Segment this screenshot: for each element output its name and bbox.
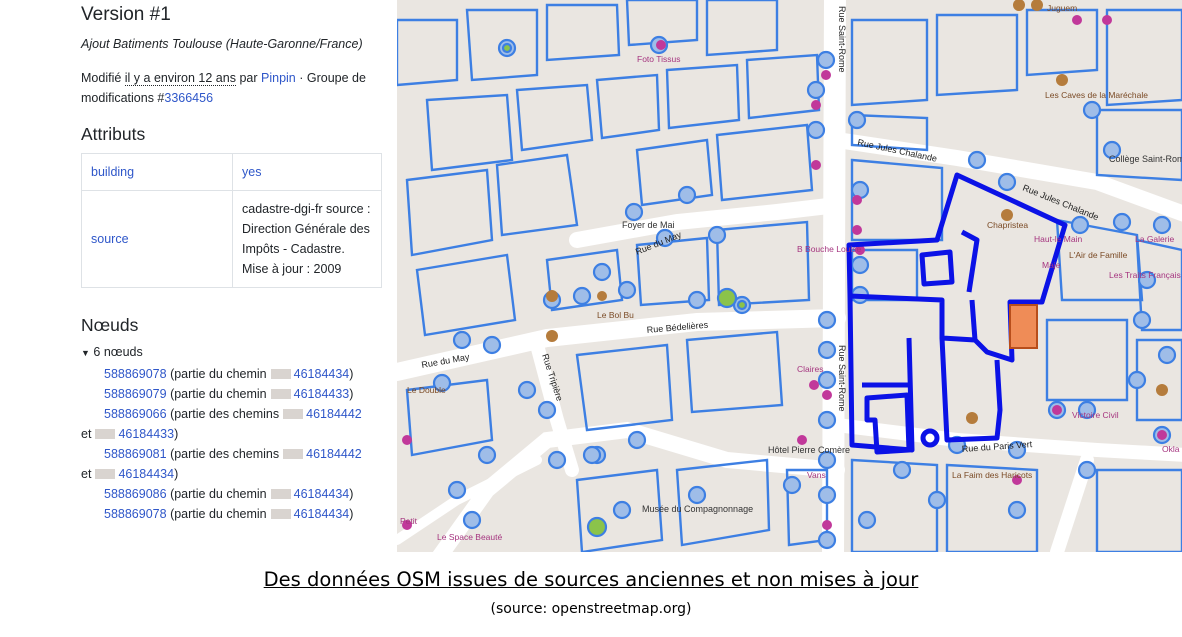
place-label: Les Traits Français [1109,270,1181,280]
way-link[interactable]: 46184434 [294,507,350,521]
node-link[interactable]: 588869078 [104,507,167,521]
way-link[interactable]: 46184442 [306,447,362,461]
node-link[interactable]: 588869078 [104,367,167,381]
changeset-comment: Ajout Batiments Toulouse (Haute-Garonne/… [81,37,363,51]
disclosure-triangle-icon: ▼ [81,348,90,358]
place-label: Petit [400,516,418,526]
way-icon [283,448,304,459]
nodes-count: 6 nœuds [93,345,143,359]
way-icon [95,468,116,479]
place-label: Maje [1042,260,1061,270]
place-label: Juguem [1047,3,1077,13]
place-label: Claires [797,364,823,374]
way-icon [283,408,304,419]
street-label: Rue Saint-Rome [837,6,847,73]
attributes-heading: Attributs [81,124,146,144]
close-paren: ) [174,467,179,481]
tag-row: building yes [81,153,382,191]
node-text: (partie des chemins [170,447,280,461]
list-item: 588869079 (partie du chemin 46184433) [81,384,386,404]
way-link[interactable]: 46184433 [118,427,174,441]
caption-title: Des données OSM issues de sources ancien… [263,568,919,591]
node-text: (partie du chemin [170,387,267,401]
place-label: Okla [1162,444,1180,454]
place-label: Collège Saint-Rome [1109,154,1182,164]
way-link[interactable]: 46184434 [118,467,174,481]
place-label: L'Air de Famille [1069,250,1128,260]
way-icon [270,508,291,519]
close-paren: ) [349,367,354,381]
place-label: B Bouche Louise [797,244,862,254]
place-label: Le Double [407,385,446,395]
way-link[interactable]: 46184433 [294,387,350,401]
version-meta: Modifié il y a environ 12 ans par Pinpin… [81,68,383,108]
and-label: et [81,467,92,481]
node-text: (partie du chemin [170,487,267,501]
user-link[interactable]: Pinpin [261,71,296,85]
place-label: Foto Tissus [637,54,680,64]
tag-value[interactable]: yes [232,153,382,191]
osm-map[interactable]: Rue Saint-Rome Rue Saint-Rome Rue Jules … [397,0,1182,552]
tag-key[interactable]: source [81,190,233,288]
list-item: 588869081 (partie des chemins 46184442 [81,444,386,464]
node-link[interactable]: 588869086 [104,487,167,501]
node-list: 588869078 (partie du chemin 46184434) 588… [81,364,386,524]
tag-value: cadastre-dgi-fr source : Direction Génér… [232,190,382,288]
street-label: Rue Saint-Rome [837,345,847,412]
caption-source: (source: openstreetmap.org) [490,601,692,617]
place-label: Vans [807,470,826,480]
place-label: Chapristea [987,220,1028,230]
way-icon [270,488,291,499]
list-item-continuation: et 46184433) [81,424,386,444]
place-label: Le Space Beauté [437,532,502,542]
tag-row: source cadastre-dgi-fr source : Directio… [81,190,382,288]
nodes-heading: Nœuds [81,315,139,335]
node-text: (partie du chemin [170,367,267,381]
list-item: 588869078 (partie du chemin 46184434) [81,364,386,384]
tag-key[interactable]: building [81,153,233,191]
highlighted-building-orange[interactable] [1009,304,1038,349]
place-label: Victoire Civil [1072,410,1119,420]
place-label: Musée du Compagnonnage [642,504,753,514]
node-link[interactable]: 588869079 [104,387,167,401]
list-item: 588869086 (partie du chemin 46184434) [81,484,386,504]
place-label: Haut-le Main [1034,234,1082,244]
place-label: Hôtel Pierre Comère [768,445,850,455]
place-label: Foyer de Mai [622,220,675,230]
close-paren: ) [349,487,354,501]
and-label: et [81,427,92,441]
list-item-continuation: et 46184434) [81,464,386,484]
by-label: par [239,71,258,85]
close-paren: ) [349,387,354,401]
modified-label: Modifié [81,71,122,85]
node-text: (partie des chemins [170,407,280,421]
list-item: 588869078 (partie du chemin 46184434) [81,504,386,524]
place-label: Les Caves de la Maréchale [1045,90,1148,100]
way-link[interactable]: 46184434 [294,367,350,381]
nodes-summary-toggle[interactable]: ▼ 6 nœuds [81,345,383,359]
close-paren: ) [349,507,354,521]
place-label: Le Bol Bu [597,310,634,320]
way-icon [95,428,116,439]
map-canvas[interactable]: Rue Saint-Rome Rue Saint-Rome Rue Jules … [397,0,1182,552]
place-label: La Galerie [1135,234,1174,244]
way-icon [270,388,291,399]
version-title: Version #1 [81,4,171,25]
time-ago[interactable]: il y a environ 12 ans [124,71,236,86]
list-item: 588869066 (partie des chemins 46184442 [81,404,386,424]
way-link[interactable]: 46184434 [294,487,350,501]
tag-table: building yes source cadastre-dgi-fr sour… [81,153,382,288]
way-icon [270,368,291,379]
node-link[interactable]: 588869066 [104,407,167,421]
changeset-link[interactable]: 3366456 [164,91,213,105]
way-link[interactable]: 46184442 [306,407,362,421]
close-paren: ) [174,427,179,441]
node-link[interactable]: 588869081 [104,447,167,461]
osm-version-panel: Version #1 Ajout Batiments Toulouse (Hau… [0,0,397,552]
place-label: La Faim des Haricots [952,470,1032,480]
node-text: (partie du chemin [170,507,267,521]
